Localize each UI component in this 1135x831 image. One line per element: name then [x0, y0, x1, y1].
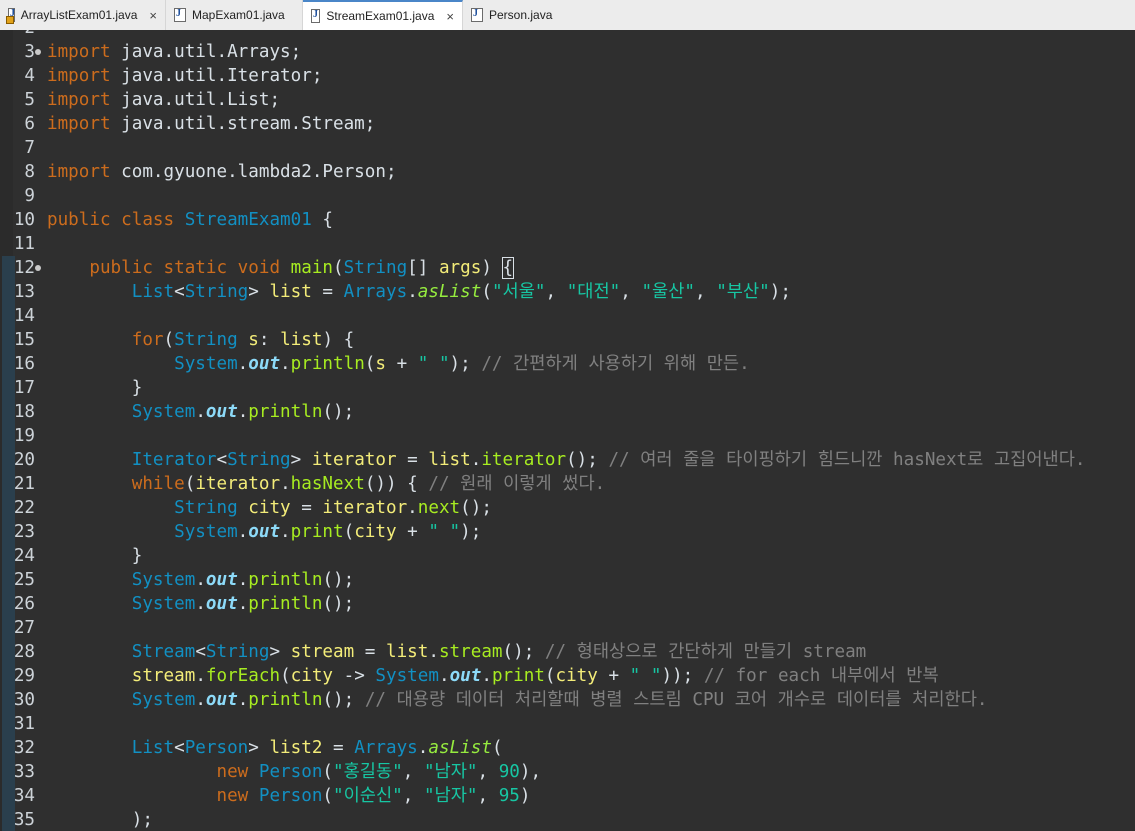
line-number: 4	[24, 66, 35, 86]
java-file-icon	[311, 9, 321, 23]
line-number: 23	[13, 522, 35, 542]
tab-person[interactable]: Person.java	[463, 0, 563, 30]
line-number: 11	[13, 234, 35, 254]
line-number: 31	[13, 714, 35, 734]
line-number: 15	[13, 330, 35, 350]
line-number: 9	[24, 186, 35, 206]
line-number: 29	[13, 666, 35, 686]
line-number: 10	[13, 210, 35, 230]
line-number: 32	[13, 738, 35, 758]
line-number: 30	[13, 690, 35, 710]
line-number: 5	[24, 90, 35, 110]
line-number: 27	[13, 618, 35, 638]
line-number: 34	[13, 786, 35, 806]
tab-label: Person.java	[489, 8, 553, 22]
fold-marker-icon[interactable]	[35, 265, 41, 271]
line-number: 19	[13, 426, 35, 446]
line-number: 21	[13, 474, 35, 494]
java-file-icon	[174, 8, 186, 22]
line-number: 2	[0, 30, 35, 40]
line-number: 13	[13, 282, 35, 302]
line-number: 16	[13, 354, 35, 374]
line-number: 17	[13, 378, 35, 398]
tab-label: StreamExam01.java	[326, 9, 435, 23]
tab-streamexam01[interactable]: StreamExam01.java ×	[303, 0, 463, 30]
line-number: 6	[24, 114, 35, 134]
line-number: 33	[13, 762, 35, 782]
close-icon[interactable]: ×	[446, 9, 454, 24]
line-number: 8	[24, 162, 35, 182]
tab-arraylistexam01[interactable]: ArrayListExam01.java ×	[0, 0, 166, 30]
line-number: 12	[13, 258, 35, 278]
line-number: 18	[13, 402, 35, 422]
text-cursor: {	[501, 257, 515, 279]
code-editor[interactable]: 2 3import java.util.Arrays; 4import java…	[0, 30, 1135, 831]
tab-label: MapExam01.java	[192, 8, 285, 22]
fold-marker-icon[interactable]	[35, 49, 41, 55]
tab-mapexam01[interactable]: MapExam01.java	[166, 0, 303, 30]
line-number: 35	[13, 810, 35, 830]
line-number: 26	[13, 594, 35, 614]
line-number: 3	[24, 42, 35, 62]
editor-tab-bar: ArrayListExam01.java × MapExam01.java St…	[0, 0, 1135, 31]
line-number: 28	[13, 642, 35, 662]
line-number: 7	[24, 138, 35, 158]
line-number: 24	[13, 546, 35, 566]
line-number: 20	[13, 450, 35, 470]
line-number: 25	[13, 570, 35, 590]
tab-label: ArrayListExam01.java	[20, 8, 138, 22]
line-number: 14	[13, 306, 35, 326]
close-icon[interactable]: ×	[149, 8, 157, 23]
java-file-icon	[471, 8, 483, 22]
line-number: 22	[13, 498, 35, 518]
java-file-warning-icon	[6, 8, 15, 24]
